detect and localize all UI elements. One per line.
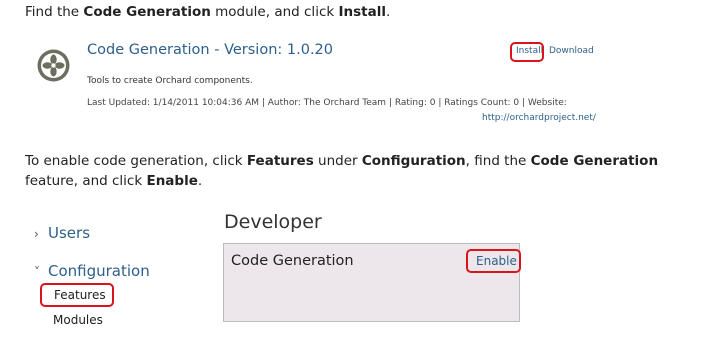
chevron-right-icon: › xyxy=(34,227,39,241)
nav-subitem-modules[interactable]: Modules xyxy=(53,313,103,327)
nav-item-users[interactable]: › Users xyxy=(34,224,90,242)
chevron-down-icon: ˅ xyxy=(34,265,40,279)
download-link[interactable]: Download xyxy=(549,46,594,56)
orchard-logo-icon xyxy=(37,49,70,82)
nav-configuration-label: Configuration xyxy=(48,262,150,280)
enable-link[interactable]: Enable xyxy=(476,254,517,268)
nav-subitem-features[interactable]: Features xyxy=(54,288,106,302)
module-title: Code Generation - Version: 1.0.20 xyxy=(87,42,334,58)
feature-name: Code Generation xyxy=(231,253,354,269)
section-heading-developer: Developer xyxy=(224,211,322,233)
instruction-step-2: To enable code generation, click Feature… xyxy=(25,153,659,189)
nav-users-label: Users xyxy=(48,224,91,242)
module-website-link[interactable]: http://orchardproject.net/ xyxy=(482,113,596,123)
module-description: Tools to create Orchard components. xyxy=(87,76,253,86)
module-metadata: Last Updated: 1/14/2011 10:04:36 AM | Au… xyxy=(87,98,567,108)
instruction-step-1: Find the Code Generation module, and cli… xyxy=(25,4,391,20)
install-link[interactable]: Install xyxy=(516,46,543,56)
nav-item-configuration[interactable]: ˅ Configuration xyxy=(34,262,150,280)
